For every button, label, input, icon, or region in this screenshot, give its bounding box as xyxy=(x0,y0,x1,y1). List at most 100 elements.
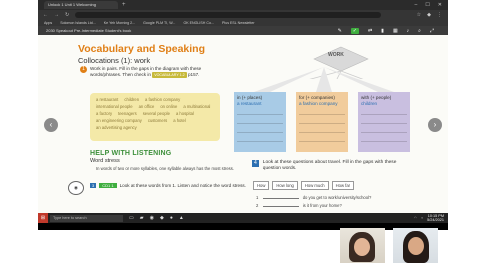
app-icon[interactable]: ◆ xyxy=(160,215,164,221)
app-icon[interactable]: ● xyxy=(170,215,173,221)
next-page-arrow-icon[interactable]: › xyxy=(428,118,442,132)
bookmarks-bar: Apps Solomon Islands Ltd... Ke Yeh Morni… xyxy=(38,19,448,26)
folder-icon[interactable]: ▰ xyxy=(140,215,144,221)
star-icon[interactable]: ☆ xyxy=(417,12,421,18)
close-icon[interactable]: ✕ xyxy=(438,2,442,8)
audio-tool-icon[interactable]: ♪ xyxy=(407,28,410,34)
exercise-1-instruction: Work in pairs. Fill in the gaps in the d… xyxy=(90,66,220,78)
bookmark-item[interactable]: OK ENGLISH Co... xyxy=(183,21,214,25)
wifi-icon[interactable]: ◠ xyxy=(414,216,417,220)
help-title: HELP WITH LISTENING xyxy=(90,150,172,157)
word-item: an engineering company xyxy=(96,118,142,123)
word-item: an advertising agency xyxy=(96,125,137,130)
question-word: How xyxy=(253,181,270,190)
answer-line[interactable] xyxy=(237,133,283,142)
participant-face xyxy=(408,237,424,255)
taskbar-search[interactable]: Type here to search xyxy=(50,214,123,222)
bookmark-item[interactable]: Apps xyxy=(44,21,52,25)
system-tray: ◠ ◖ 10:15 PM 5/24/2021 xyxy=(414,214,448,222)
audio-icon[interactable]: ◉ xyxy=(68,181,84,195)
word-item: a hotel xyxy=(173,118,186,123)
browser-icon[interactable]: ◉ xyxy=(150,215,154,221)
question-word: How long xyxy=(272,181,298,190)
column-heading: for (+ companies) xyxy=(299,95,335,100)
word-box: a restaurant children a fashion company … xyxy=(90,93,220,141)
word-item: an office xyxy=(138,104,155,109)
answer-blank[interactable] xyxy=(262,206,299,207)
minimize-icon[interactable]: – xyxy=(415,2,418,8)
browser-tabbar: Unlock 1 Unit 1 Welcoming + – ☐ ✕ xyxy=(38,0,448,10)
answer-line[interactable] xyxy=(361,133,407,142)
book-title: 2030 Speakout Pre-Intermediate Student's… xyxy=(46,28,132,33)
vocab-page: p157. xyxy=(187,72,200,77)
word-item: children xyxy=(124,97,140,102)
screen-share: Unlock 1 Unit 1 Welcoming + – ☐ ✕ ← → ↻ … xyxy=(38,0,448,230)
word-item: a multinational xyxy=(183,104,211,109)
os-taskbar: ⊞ Type here to search ▭ ▰ ◉ ◆ ● ▲ ◠ ◖ 10… xyxy=(38,213,448,223)
app-icon[interactable]: ▲ xyxy=(179,215,184,221)
new-tab-icon[interactable]: + xyxy=(122,2,126,8)
address-bar[interactable] xyxy=(75,11,382,18)
bookmark-item[interactable]: Plus ESL Newsletter xyxy=(222,21,255,25)
reader-toolbar: 2030 Speakout Pre-Intermediate Student's… xyxy=(38,26,448,35)
search-icon[interactable]: ⌕ xyxy=(418,28,421,34)
bookmark-item[interactable]: Ke Yeh Morning 2... xyxy=(104,21,135,25)
diagram-center-label: WORK xyxy=(328,52,344,58)
exercise-3: 3 CD1 1 Look at these words from 1. List… xyxy=(90,183,246,188)
diagram-column-for: for (+ companies) a fashion company xyxy=(296,92,348,152)
answer-text: is it from your home? xyxy=(302,203,342,208)
answer-line[interactable] xyxy=(237,124,283,133)
answer-line[interactable] xyxy=(299,106,345,115)
vocab-bank-badge[interactable]: VOCABULARY 1.2 xyxy=(152,72,187,78)
bookmark-icon[interactable]: ▮ xyxy=(381,28,384,34)
exercise-3-text: Look at these words from 1. Listen and n… xyxy=(119,183,246,188)
bookmark-item[interactable]: Google PLM TI, W... xyxy=(143,21,175,25)
clock[interactable]: 10:15 PM 5/24/2021 xyxy=(427,214,444,222)
column-heading: in (+ places) xyxy=(237,95,263,100)
grid-icon[interactable]: ▦ xyxy=(393,28,398,34)
question-word: How much xyxy=(300,181,329,190)
diagram-column-with: with (+ people) children xyxy=(358,92,410,152)
reload-icon[interactable]: ↻ xyxy=(65,12,69,18)
exercise-4-text: Look at these questions about travel. Fi… xyxy=(262,160,397,171)
browser-tab[interactable]: Unlock 1 Unit 1 Welcoming xyxy=(44,1,118,9)
answer-line[interactable] xyxy=(237,106,283,115)
audio-track-badge[interactable]: CD1 1 xyxy=(99,183,117,188)
maximize-icon[interactable]: ☐ xyxy=(425,2,429,8)
answer-line[interactable] xyxy=(361,106,407,115)
bookmark-item[interactable]: Solomon Islands Ltd... xyxy=(60,21,96,25)
diagram-lines xyxy=(254,67,394,92)
link-icon[interactable]: ⇄ xyxy=(368,28,372,34)
forward-icon[interactable]: → xyxy=(54,12,59,18)
answer-blank[interactable] xyxy=(262,198,299,199)
volume-icon[interactable]: ◖ xyxy=(421,216,423,220)
task-view-icon[interactable]: ▭ xyxy=(129,215,134,221)
answer-line[interactable] xyxy=(299,115,345,124)
extensions-icon[interactable]: ◆ xyxy=(427,12,431,18)
answer-line[interactable] xyxy=(361,115,407,124)
exercise-number: 1 xyxy=(80,66,87,73)
highlight-icon[interactable]: ✓ xyxy=(350,27,359,34)
zoom-icon[interactable]: ⤢ xyxy=(430,28,434,34)
window-controls: – ☐ ✕ xyxy=(415,2,448,8)
answer-line[interactable] xyxy=(299,133,345,142)
page-title: Vocabulary and Speaking xyxy=(78,43,206,55)
word-item: a factory xyxy=(96,111,113,116)
webcam-thumbnail xyxy=(393,228,438,263)
question-words: How How long How much How far xyxy=(253,181,355,190)
start-icon[interactable]: ⊞ xyxy=(38,213,48,223)
exercise-number: 3 xyxy=(90,183,97,188)
diagram-column-in: in (+ places) a restaurant xyxy=(234,92,286,152)
answer-line[interactable] xyxy=(361,124,407,133)
pen-icon[interactable]: ✎ xyxy=(338,28,342,34)
answer-number: 1 xyxy=(256,195,259,200)
help-subtitle: Word stress xyxy=(90,158,120,164)
answer-row: 1 do you get to work/university/school? xyxy=(256,195,416,200)
previous-page-arrow-icon[interactable]: ‹ xyxy=(44,118,58,132)
answer-line[interactable] xyxy=(299,124,345,133)
answer-line[interactable] xyxy=(237,115,283,124)
menu-icon[interactable]: ⋮ xyxy=(437,12,442,18)
back-icon[interactable]: ← xyxy=(43,12,48,18)
browser-urlbar: ← → ↻ ☆ ◆ ⋮ xyxy=(38,10,448,19)
word-item: international people xyxy=(96,104,133,109)
